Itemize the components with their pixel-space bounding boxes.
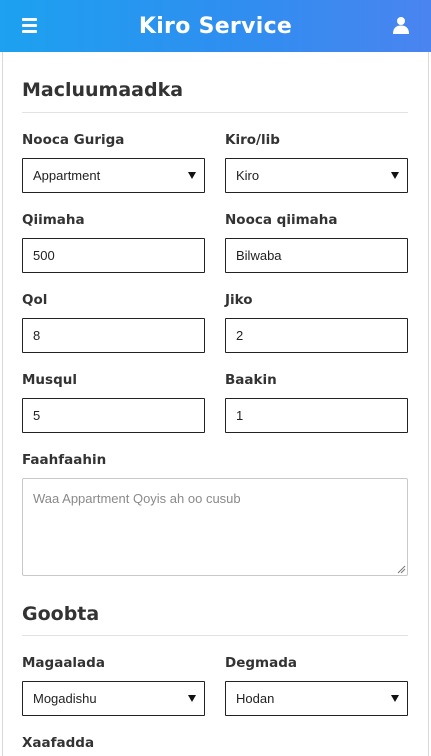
price-type-value: Bilwaba (236, 248, 282, 263)
balcony-input[interactable]: 1 (225, 398, 408, 433)
app-title: Kiro Service (138, 13, 293, 39)
rent-sale-select[interactable]: Kiro (225, 158, 408, 193)
price-value: 500 (33, 248, 55, 263)
resize-grip-icon[interactable] (396, 564, 406, 574)
app-header: Kiro Service (0, 0, 431, 52)
bathroom-input[interactable]: 5 (22, 398, 205, 433)
balcony-label: Baakin (225, 372, 277, 388)
district-value: Hodan (236, 691, 275, 706)
city-select[interactable]: Mogadishu (22, 681, 205, 716)
kitchen-value: 2 (236, 328, 244, 343)
dropdown-arrow-icon (391, 172, 399, 179)
neighborhood-label: Xaafadda (22, 735, 95, 751)
city-label: Magaalada (22, 655, 105, 671)
price-type-input[interactable]: Bilwaba (225, 238, 408, 273)
price-input[interactable]: 500 (22, 238, 205, 273)
dropdown-arrow-icon (188, 172, 196, 179)
kitchen-input[interactable]: 2 (225, 318, 408, 353)
rent-sale-label: Kiro/lib (225, 132, 280, 148)
hamburger-menu-icon[interactable] (22, 18, 37, 33)
rooms-input[interactable]: 8 (22, 318, 205, 353)
house-type-label: Nooca Guriga (22, 132, 125, 148)
rooms-value: 8 (33, 328, 41, 343)
description-label: Faahfaahin (22, 452, 107, 468)
description-placeholder: Waa Appartment Qoyis ah oo cusub (33, 491, 241, 506)
rooms-label: Qol (22, 292, 48, 308)
bathroom-label: Musqul (22, 372, 77, 388)
section-title-location: Goobta (22, 603, 100, 625)
house-type-select[interactable]: Appartment (22, 158, 205, 193)
city-value: Mogadishu (33, 691, 97, 706)
price-label: Qiimaha (22, 212, 85, 228)
kitchen-label: Jiko (225, 292, 253, 308)
user-icon[interactable] (392, 16, 410, 34)
section-divider (22, 635, 408, 636)
district-select[interactable]: Hodan (225, 681, 408, 716)
dropdown-arrow-icon (391, 695, 399, 702)
house-type-value: Appartment (33, 168, 101, 183)
price-type-label: Nooca qiimaha (225, 212, 338, 228)
rent-sale-value: Kiro (236, 168, 260, 183)
section-title-info: Macluumaadka (22, 79, 184, 101)
balcony-value: 1 (236, 408, 244, 423)
dropdown-arrow-icon (188, 695, 196, 702)
section-divider (22, 112, 408, 113)
district-label: Degmada (225, 655, 297, 671)
description-textarea[interactable]: Waa Appartment Qoyis ah oo cusub (22, 478, 408, 576)
bathroom-value: 5 (33, 408, 41, 423)
